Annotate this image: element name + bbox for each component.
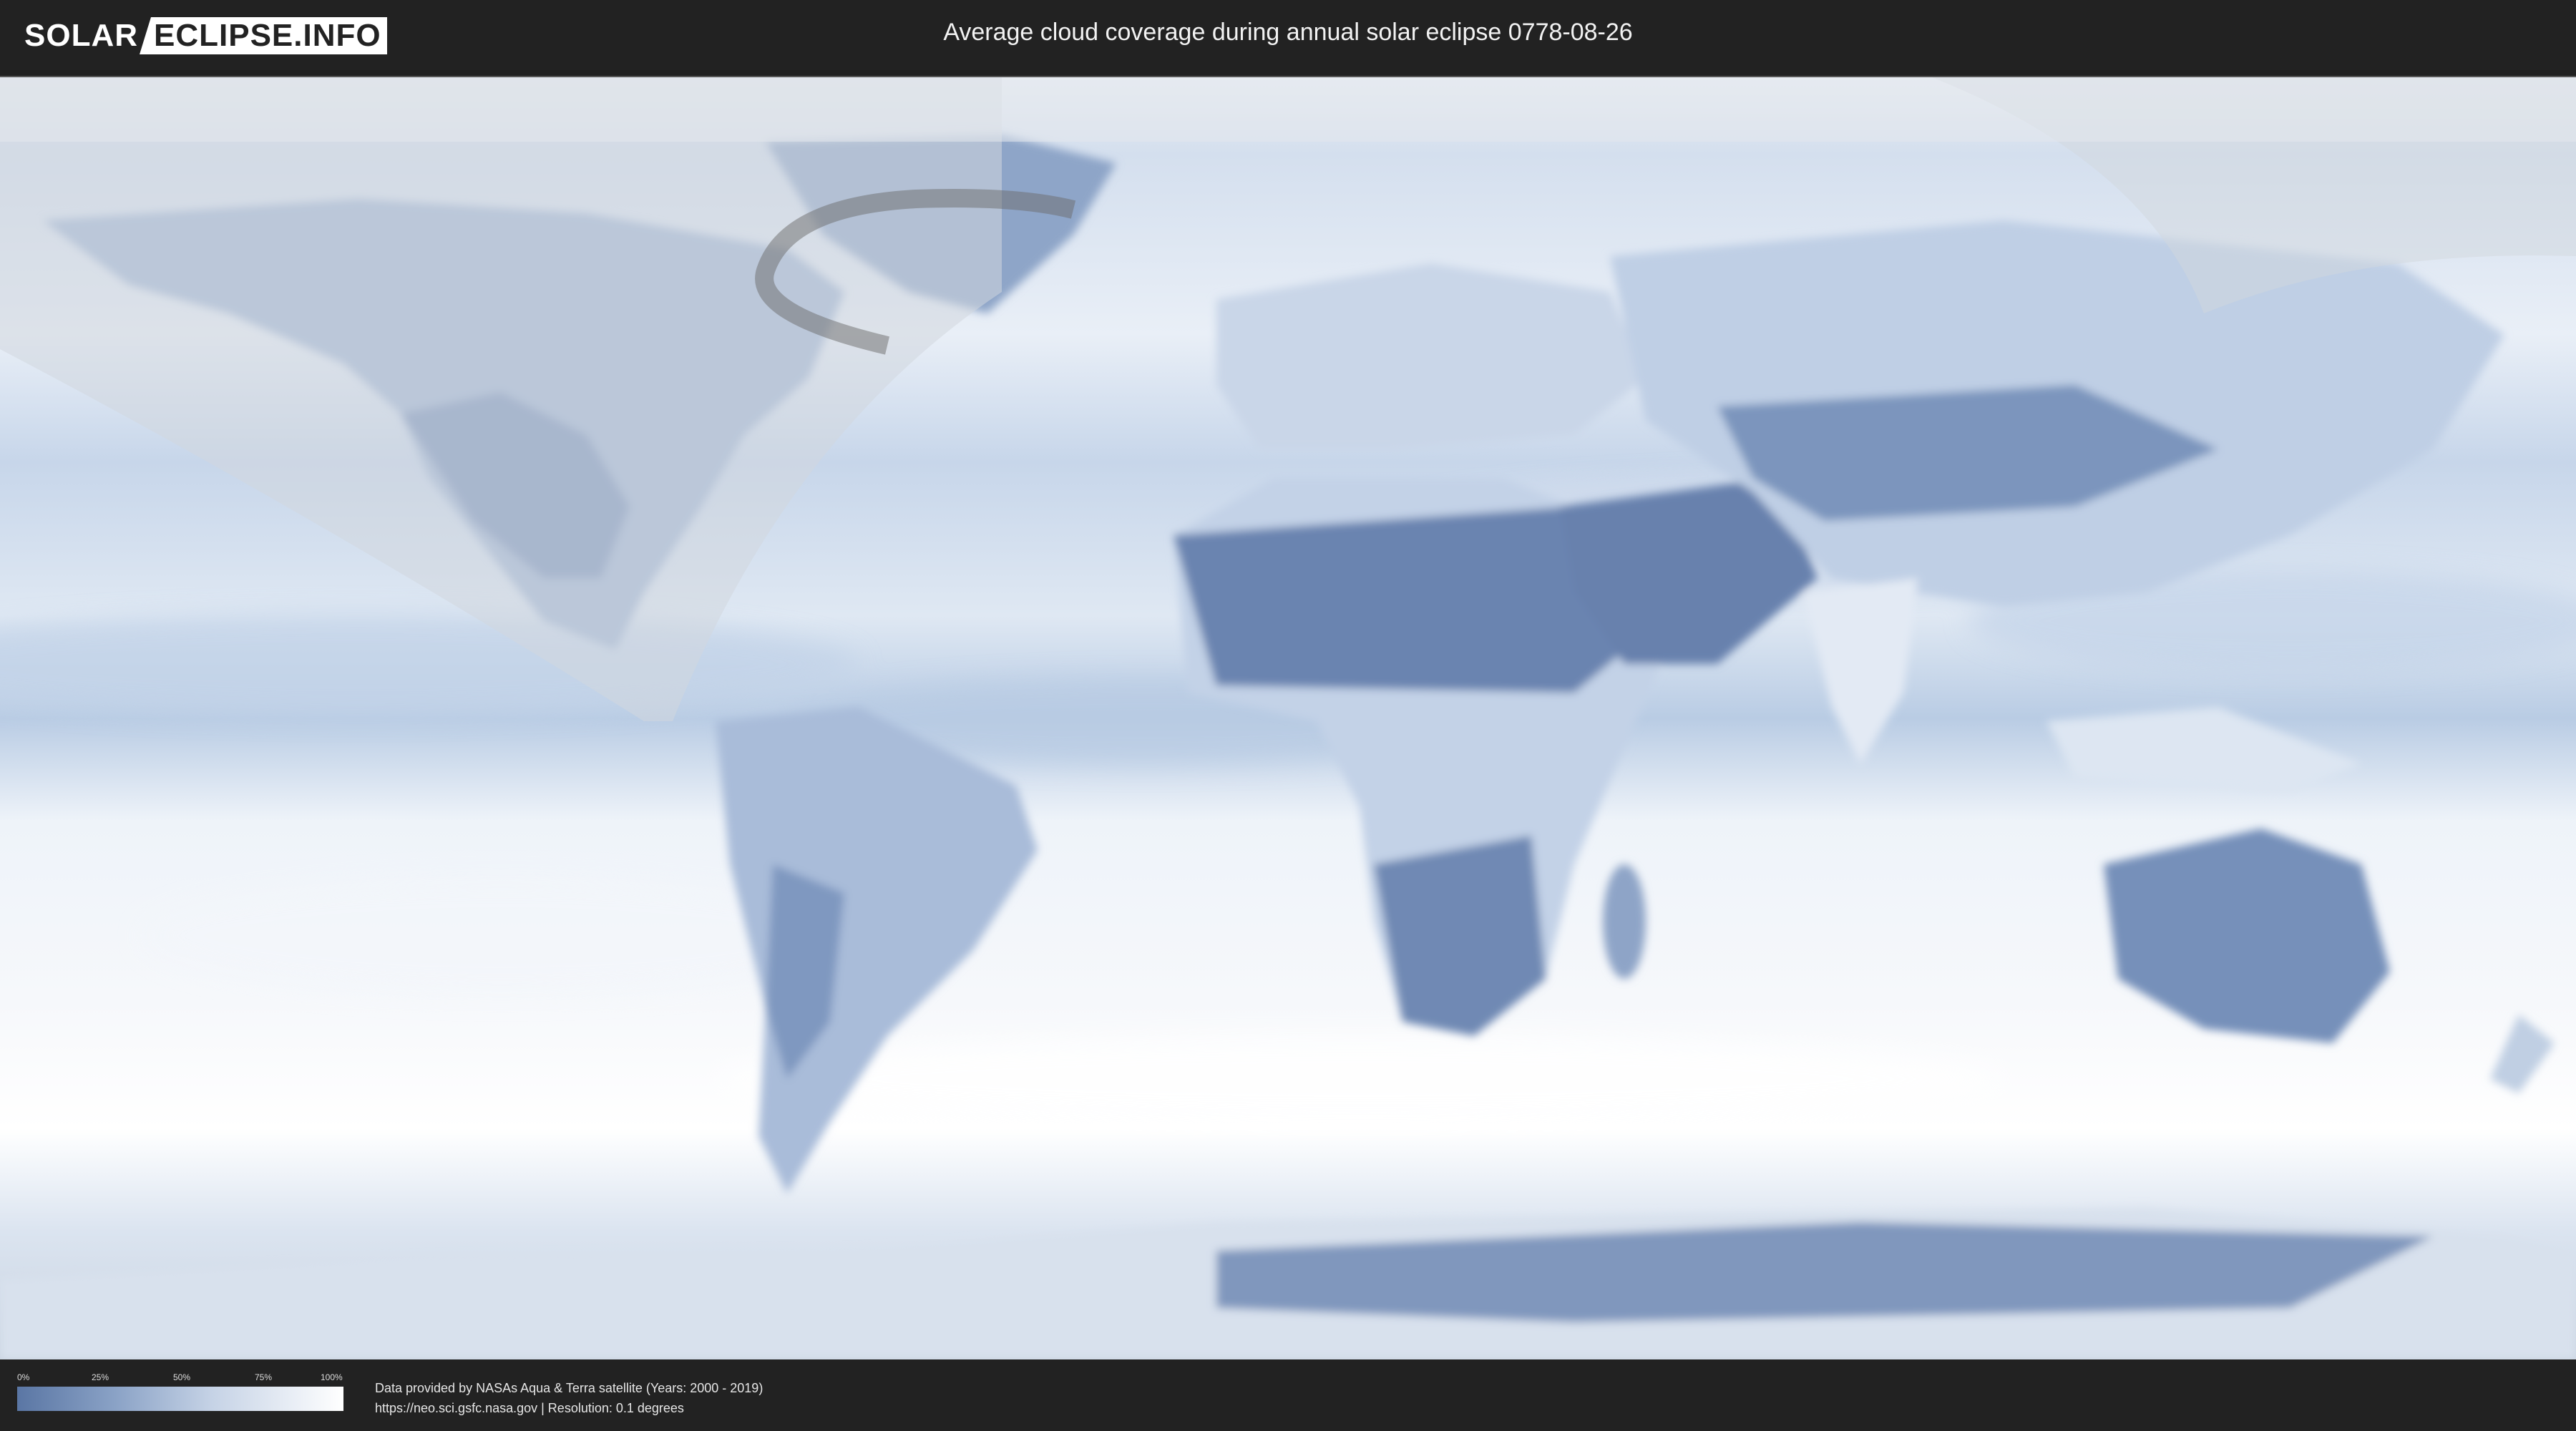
credit-line-source: Data provided by NASAs Aqua & Terra sate… <box>375 1381 763 1395</box>
map-svg <box>0 77 2576 1359</box>
header-bar: SOLAR ECLIPSE.INFO Average cloud coverag… <box>0 0 2576 70</box>
legend-ticks: 0% 25% 50% 75% 100% <box>17 1372 343 1384</box>
legend-tick: 75% <box>255 1372 273 1382</box>
credit-line-url[interactable]: https://neo.sci.gsfc.nasa.gov | Resoluti… <box>375 1398 763 1418</box>
legend-color-bar <box>17 1387 343 1411</box>
legend-tick: 50% <box>173 1372 191 1382</box>
legend-tick: 100% <box>321 1372 343 1382</box>
polar-shade <box>0 77 2576 142</box>
legend-tick: 25% <box>92 1372 109 1382</box>
data-credits: Data provided by NASAs Aqua & Terra sate… <box>375 1378 763 1418</box>
cloud-coverage-map[interactable] <box>0 76 2576 1361</box>
page-title: Average cloud coverage during annual sol… <box>943 19 1633 46</box>
legend-tick: 0% <box>17 1372 30 1382</box>
cloud-coverage-legend: 0% 25% 50% 75% 100% <box>17 1372 343 1411</box>
